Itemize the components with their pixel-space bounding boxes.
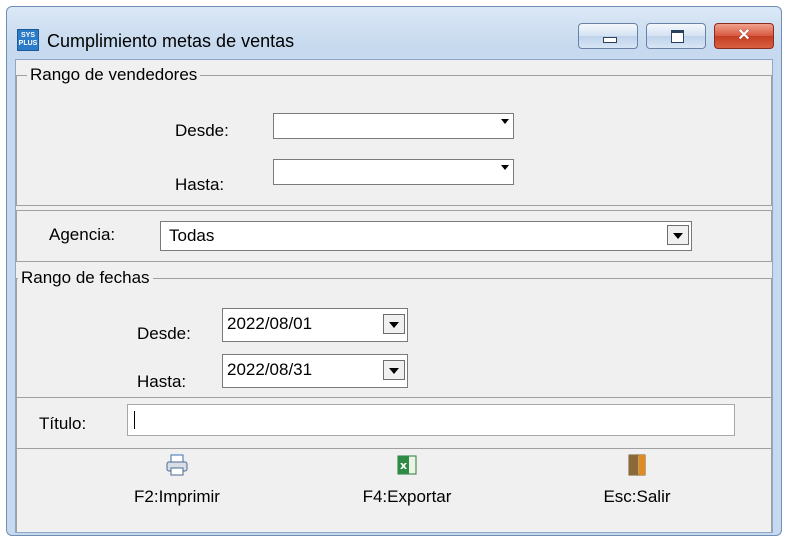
- exit-button[interactable]: Esc:Salir: [577, 449, 697, 529]
- window-title: Cumplimiento metas de ventas: [47, 31, 295, 51]
- exit-label: Esc:Salir: [603, 487, 671, 506]
- print-button[interactable]: F2:Imprimir: [117, 449, 237, 529]
- export-label: F4:Exportar: [362, 487, 452, 506]
- fecha-hasta-value: 2022/08/31: [227, 360, 313, 379]
- vendedor-desde-label: Desde:: [175, 121, 229, 140]
- door-icon: [628, 454, 646, 476]
- minimize-button[interactable]: [578, 23, 638, 49]
- chevron-down-icon[interactable]: [501, 165, 509, 170]
- agencia-group: Agencia: Todas: [16, 210, 772, 262]
- titulo-group: Título:: [16, 398, 772, 448]
- app-window: SYS PLUS Cumplimiento metas de ventas ✕ …: [6, 6, 782, 536]
- calendar-dropdown-icon[interactable]: [383, 314, 405, 334]
- excel-icon: x: [397, 455, 417, 475]
- maximize-icon: [671, 30, 684, 43]
- fechas-legend: Rango de fechas: [18, 268, 153, 288]
- export-button[interactable]: x F4:Exportar: [347, 449, 467, 529]
- app-icon: SYS PLUS: [17, 29, 39, 51]
- fecha-hasta-picker[interactable]: 2022/08/31: [222, 354, 408, 388]
- title-bar[interactable]: SYS PLUS Cumplimiento metas de ventas ✕: [7, 7, 781, 59]
- agencia-label: Agencia:: [49, 225, 116, 244]
- vendedores-group: Rango de vendedores Desde: Hasta:: [16, 65, 772, 206]
- close-button[interactable]: ✕: [714, 23, 774, 49]
- print-label: F2:Imprimir: [134, 487, 220, 506]
- text-caret: [134, 411, 135, 429]
- svg-text:x: x: [400, 459, 407, 472]
- maximize-button[interactable]: [646, 23, 706, 49]
- chevron-down-icon[interactable]: [501, 119, 509, 124]
- action-bar: F2:Imprimir x F4:Exportar Esc:Salir: [16, 448, 772, 532]
- close-icon: ✕: [737, 27, 751, 44]
- vendedor-desde-combo[interactable]: [273, 113, 514, 139]
- fecha-desde-value: 2022/08/01: [227, 314, 313, 333]
- fecha-desde-picker[interactable]: 2022/08/01: [222, 308, 408, 342]
- titulo-input[interactable]: [127, 404, 735, 436]
- titulo-label: Título:: [39, 414, 87, 433]
- dropdown-arrow-icon[interactable]: [667, 225, 689, 245]
- calendar-dropdown-icon[interactable]: [383, 360, 405, 380]
- agencia-combo[interactable]: Todas: [160, 221, 692, 251]
- agencia-value: Todas: [169, 226, 215, 245]
- vendedor-hasta-label: Hasta:: [175, 175, 225, 194]
- form-body: Rango de vendedores Desde: Hasta: Agenci…: [15, 59, 773, 533]
- fecha-hasta-label: Hasta:: [137, 372, 187, 391]
- vendedores-legend: Rango de vendedores: [27, 65, 201, 85]
- fechas-group: Rango de fechas Desde: 2022/08/01 Hasta:…: [16, 268, 772, 398]
- printer-icon: [166, 454, 188, 476]
- fecha-desde-label: Desde:: [137, 324, 191, 343]
- vendedor-hasta-combo[interactable]: [273, 159, 514, 185]
- minimize-icon: [603, 37, 617, 43]
